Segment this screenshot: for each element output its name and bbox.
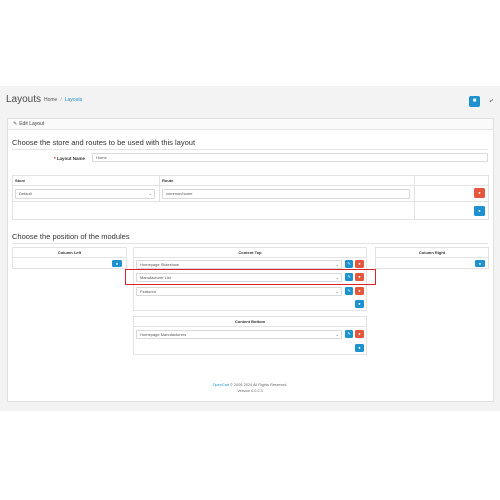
add-route-button[interactable]: ● — [474, 206, 485, 216]
panel-heading: ✎ Edit Layout — [8, 119, 493, 130]
remove-route-button[interactable]: ● — [474, 188, 485, 198]
remove-module-button[interactable]: ● — [355, 287, 364, 295]
breadcrumb: Home / Layouts — [44, 97, 82, 103]
store-header: Store — [15, 178, 26, 183]
minus-circle-icon: ● — [358, 261, 361, 266]
column-left-header: Column Left — [57, 250, 82, 255]
content-bottom-header: Content Bottom — [234, 319, 266, 324]
add-column-right-module-button[interactable]: ● — [475, 260, 485, 267]
remove-module-button[interactable]: ● — [355, 260, 364, 268]
minus-circle-icon: ● — [358, 288, 361, 293]
footer-brand-link[interactable]: OpenCart — [213, 383, 229, 387]
legend-divider — [12, 149, 488, 150]
routes-table-col-divider — [159, 175, 160, 201]
save-icon: ■ — [472, 98, 477, 104]
breadcrumb-layouts[interactable]: Layouts — [65, 97, 83, 103]
save-button[interactable]: ■ — [469, 96, 480, 107]
route-input[interactable]: common/home — [162, 189, 410, 199]
reply-icon: ⤶ — [489, 98, 493, 104]
routes-table-row-divider — [12, 201, 489, 202]
add-column-left-module-button[interactable]: ● — [112, 260, 122, 267]
content-top-module-select[interactable]: Featured ⌄ — [136, 287, 342, 296]
pencil-icon: ✎ — [347, 331, 351, 336]
plus-circle-icon: ● — [478, 261, 482, 266]
chevron-down-icon: ⌄ — [335, 332, 339, 337]
content-top-divider — [133, 257, 367, 258]
content-top-module-select[interactable]: Homepage Slideshow ⌄ — [136, 260, 342, 269]
plus-circle-icon: ● — [478, 208, 481, 213]
back-button[interactable]: ⤶ — [487, 97, 495, 106]
plus-circle-icon: ● — [358, 301, 361, 306]
edit-module-button[interactable]: ✎ — [345, 330, 353, 338]
routes-table-col-divider — [414, 175, 415, 220]
add-content-bottom-module-button[interactable]: ● — [355, 344, 364, 352]
pencil-icon: ✎ — [347, 288, 351, 293]
plus-circle-icon: ● — [358, 345, 361, 350]
content-bottom-divider — [133, 326, 367, 327]
remove-module-button[interactable]: ● — [355, 330, 364, 338]
content-bottom-module-select[interactable]: Homepage Manufacturers ⌄ — [136, 330, 342, 339]
legend-routes: Choose the store and routes to be used w… — [12, 138, 196, 147]
highlight-box — [125, 269, 376, 285]
store-select[interactable]: Default ⌄ — [15, 189, 155, 199]
legend-divider — [12, 243, 488, 244]
chevron-down-icon: ⌄ — [148, 191, 152, 196]
footer-copyright: OpenCart © 2009-2024 All Rights Reserved… — [212, 383, 288, 387]
page-header: Layouts Home / Layouts ■ ⤶ — [6, 94, 494, 108]
breadcrumb-separator: / — [60, 97, 62, 103]
breadcrumb-home[interactable]: Home — [44, 97, 57, 103]
pencil-icon: ✎ — [347, 261, 351, 266]
add-content-top-module-button[interactable]: ● — [355, 300, 364, 308]
page-title: Layouts — [6, 94, 42, 105]
minus-circle-icon: ● — [478, 190, 481, 195]
pencil-icon: ✎ — [13, 121, 18, 127]
chevron-down-icon: ⌄ — [335, 262, 339, 267]
route-header: Route — [162, 178, 174, 183]
footer-version: Version 4.0.2.3 — [237, 389, 263, 393]
minus-circle-icon: ● — [358, 331, 361, 336]
routes-table-header-divider — [12, 185, 489, 186]
chevron-down-icon: ⌄ — [335, 289, 339, 294]
content-top-header: Content Top — [238, 250, 262, 255]
plus-circle-icon: ● — [115, 261, 119, 266]
layout-name-input[interactable]: Home — [92, 153, 488, 162]
legend-modules: Choose the position of the modules — [12, 232, 130, 241]
edit-module-button[interactable]: ✎ — [345, 260, 353, 268]
column-right-header: Column Right — [418, 250, 446, 255]
layout-name-label: *Layout Name — [53, 156, 85, 161]
column-left-divider — [12, 257, 127, 258]
column-right-divider — [375, 257, 489, 258]
panel-heading-label: Edit Layout — [19, 121, 45, 127]
edit-module-button[interactable]: ✎ — [345, 287, 353, 295]
